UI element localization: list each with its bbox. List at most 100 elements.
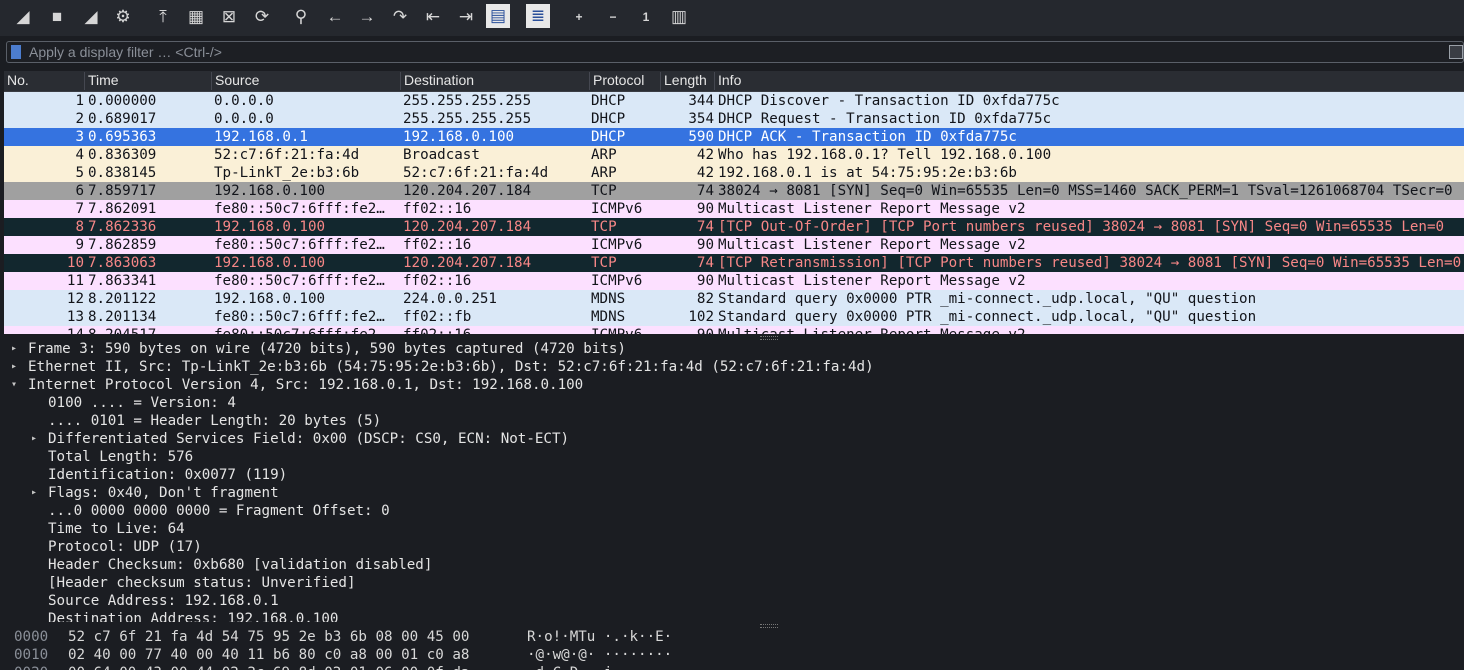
packet-time-cell: 7.863341 bbox=[88, 273, 157, 289]
packet-no-cell: 14 bbox=[4, 326, 84, 334]
packet-row[interactable]: 13 8.201134 fe80::50c7:6fff:fe2… ff02::fb MD… bbox=[4, 308, 1464, 326]
detail-tree-item[interactable]: [Header checksum status: Unverified] bbox=[4, 574, 1464, 592]
detail-tree-item[interactable]: Total Length: 576 bbox=[4, 448, 1464, 466]
detail-tree-item[interactable]: ▾ Internet Protocol Version 4, Src: 192.1… bbox=[4, 376, 1464, 394]
packet-protocol-cell: MDNS bbox=[591, 291, 626, 307]
column-header-length[interactable]: Length bbox=[660, 72, 714, 90]
restart-fin-icon[interactable]: ◢ bbox=[78, 4, 104, 30]
reload-file-icon[interactable]: ⟳ bbox=[249, 4, 275, 30]
search-icon[interactable]: ⚲ bbox=[288, 4, 314, 30]
packet-row[interactable]: 2 0.689017 0.0.0.0 255.255.255.255 DHCP 354 DH… bbox=[4, 110, 1464, 128]
bytes-ascii[interactable]: R·o!·MTu ·.·k··E· bbox=[527, 628, 672, 646]
detail-tree-item[interactable]: ▸ Flags: 0x40, Don't fragment bbox=[4, 484, 1464, 502]
detail-tree-item[interactable]: Header Checksum: 0xb680 [validation disa… bbox=[4, 556, 1464, 574]
packet-protocol-cell: DHCP bbox=[591, 129, 626, 145]
detail-tree-item[interactable]: ...0 0000 0000 0000 = Fragment Offset: 0 bbox=[4, 502, 1464, 520]
column-header-time[interactable]: Time bbox=[84, 72, 211, 90]
stop-square-icon[interactable]: ■ bbox=[44, 4, 70, 30]
packet-length-cell: 74 bbox=[696, 219, 714, 235]
packet-row[interactable]: 14 8.204517fe80::50c7:6fff:fe2… ff02::16IC… bbox=[4, 326, 1464, 334]
packet-protocol-cell: DHCP bbox=[591, 93, 626, 109]
packet-no-cell: 9 bbox=[75, 237, 84, 253]
detail-tree-item[interactable]: .... 0101 = Header Length: 20 bytes (5) bbox=[4, 412, 1464, 430]
go-back-icon[interactable]: ← bbox=[322, 4, 348, 30]
column-header-source[interactable]: Source bbox=[211, 72, 400, 90]
gear-options-icon[interactable]: ⚙ bbox=[110, 4, 136, 30]
packet-info-cell: Multicast Listener Report Message v2 bbox=[718, 201, 1026, 217]
save-file-icon[interactable]: ▦ bbox=[183, 4, 209, 30]
packet-time-cell: 8.201134 bbox=[88, 309, 157, 325]
detail-tree-item[interactable]: Protocol: UDP (17) bbox=[4, 538, 1464, 556]
detail-tree-item[interactable]: Source Address: 192.168.0.1 bbox=[4, 592, 1464, 610]
column-header-info[interactable]: Info bbox=[714, 72, 1464, 90]
packet-length-cell: 590 bbox=[688, 129, 714, 145]
packet-row[interactable]: 8 7.862336 192.168.0.100 120.204.207.184 TCP… bbox=[4, 218, 1464, 236]
resize-columns-icon[interactable]: ▥ bbox=[666, 4, 692, 30]
packet-protocol-cell: TCP bbox=[591, 183, 617, 199]
packet-time-cell: 8.204517 bbox=[88, 326, 212, 334]
packet-row[interactable]: 12 8.201122 192.168.0.100 224.0.0.251 MDNS 82… bbox=[4, 290, 1464, 308]
column-header-protocol[interactable]: Protocol bbox=[589, 72, 660, 90]
first-packet-icon[interactable]: ⇤ bbox=[420, 4, 446, 30]
packet-row[interactable]: 4 0.836309 52:c7:6f:21:fa:4d Broadcast ARP 42… bbox=[4, 146, 1464, 164]
detail-text: Time to Live: 64 bbox=[48, 521, 185, 537]
packet-row[interactable]: 1 0.000000 0.0.0.0 255.255.255.255 DHCP 344 DH… bbox=[4, 92, 1464, 110]
detail-tree-item[interactable]: ▸ Differentiated Services Field: 0x00 (DS… bbox=[4, 430, 1464, 448]
autoscroll-icon[interactable]: ▤ bbox=[486, 4, 510, 28]
last-packet-icon[interactable]: ⇥ bbox=[453, 4, 479, 30]
go-forward-icon[interactable]: → bbox=[354, 4, 380, 30]
packet-row[interactable]: 9 7.862859 fe80::50c7:6fff:fe2… ff02::16 ICM… bbox=[4, 236, 1464, 254]
collapsed-arrow-icon[interactable]: ▸ bbox=[28, 484, 40, 502]
packet-row[interactable]: 11 7.863341 fe80::50c7:6fff:fe2… ff02::16 IC… bbox=[4, 272, 1464, 290]
collapsed-arrow-icon[interactable]: ▸ bbox=[8, 340, 20, 358]
open-file-icon[interactable]: ⤒ bbox=[150, 4, 176, 30]
shark-fin-start-icon[interactable]: ◢ bbox=[10, 4, 36, 30]
bytes-ascii[interactable]: ·d·C·D·, i······· bbox=[527, 664, 672, 670]
packet-protocol-cell: TCP bbox=[591, 219, 617, 235]
main-toolbar: ◢ ■ ◢ ⚙ ⤒ ▦ ⊠ ⟳ ⚲ ← → ↷ ⇤ ⇥ ▤ ≣ + −1 ▥ bbox=[0, 0, 1464, 36]
column-header-no[interactable]: No. bbox=[4, 72, 84, 90]
detail-text: Internet Protocol Version 4, Src: 192.16… bbox=[28, 377, 584, 393]
filter-bookmark-icon[interactable] bbox=[11, 45, 21, 59]
packet-source-cell: 0.0.0.0 bbox=[214, 111, 274, 127]
packet-source-cell: 192.168.0.100 bbox=[214, 183, 326, 199]
packet-row[interactable]: 10 7.863063 192.168.0.100 120.204.207.184 TC… bbox=[4, 254, 1464, 272]
expanded-arrow-icon[interactable]: ▾ bbox=[8, 376, 20, 394]
go-to-packet-icon[interactable]: ↷ bbox=[387, 4, 413, 30]
packet-time-cell: 0.689017 bbox=[88, 111, 157, 127]
packet-no-cell: 10 bbox=[66, 255, 84, 271]
display-filter-input[interactable] bbox=[29, 43, 1429, 61]
column-header-destination[interactable]: Destination bbox=[400, 72, 589, 90]
packet-destination-cell: 120.204.207.184 bbox=[403, 183, 532, 199]
packet-source-cell: Tp-LinkT_2e:b3:6b bbox=[214, 165, 360, 181]
collapsed-arrow-icon[interactable]: ▸ bbox=[8, 358, 20, 376]
packet-source-cell: 192.168.0.100 bbox=[214, 255, 326, 271]
filter-apply-icon[interactable] bbox=[1449, 45, 1463, 59]
colorize-icon[interactable]: ≣ bbox=[526, 4, 550, 28]
detail-tree-item[interactable]: 0100 .... = Version: 4 bbox=[4, 394, 1464, 412]
bytes-hex[interactable]: 52 c7 6f 21 fa 4d 54 75 95 2e b3 6b 08 0… bbox=[68, 628, 469, 646]
close-file-icon[interactable]: ⊠ bbox=[216, 4, 242, 30]
bytes-hex[interactable]: 02 40 00 77 40 00 40 11 b6 80 c0 a8 00 0… bbox=[68, 646, 469, 664]
packet-destination-cell: ff02::fb bbox=[403, 309, 472, 325]
packet-source-cell: fe80::50c7:6fff:fe2… bbox=[214, 273, 385, 289]
packet-row[interactable]: 5 0.838145 Tp-LinkT_2e:b3:6b 52:c7:6f:21:fa… bbox=[4, 164, 1464, 182]
packet-row[interactable]: 6 7.859717 192.168.0.100 120.204.207.184 TCP… bbox=[4, 182, 1464, 200]
detail-tree-item[interactable]: Identification: 0x0077 (119) bbox=[4, 466, 1464, 484]
packet-row[interactable]: 7 7.862091 fe80::50c7:6fff:fe2… ff02::16 ICM… bbox=[4, 200, 1464, 218]
detail-tree-item[interactable]: ▸ Ethernet II, Src: Tp-LinkT_2e:b3:6b (54… bbox=[4, 358, 1464, 376]
collapsed-arrow-icon[interactable]: ▸ bbox=[28, 430, 40, 448]
packet-info-cell: Standard query 0x0000 PTR _mi-connect._u… bbox=[718, 309, 1257, 325]
packet-row[interactable]: 3 0.695363 192.168.0.1 192.168.0.100 DHCP 590… bbox=[4, 128, 1464, 146]
packet-no-cell: 4 bbox=[75, 147, 84, 163]
detail-tree-item[interactable]: Time to Live: 64 bbox=[4, 520, 1464, 538]
detail-tree-item[interactable]: ▸ Frame 3: 590 bytes on wire (4720 bits),… bbox=[4, 340, 1464, 358]
packet-source-cell: fe80::50c7:6fff:fe2… bbox=[214, 326, 399, 334]
zoom-in-icon[interactable]: + bbox=[566, 4, 592, 30]
bytes-ascii[interactable]: ·@·w@·@· ········ bbox=[527, 646, 672, 664]
packet-time-cell: 0.836309 bbox=[88, 147, 157, 163]
bytes-hex[interactable]: 00 64 00 43 00 44 02 2c 69 8d 02 01 06 0… bbox=[68, 664, 469, 670]
zoom-out-icon[interactable]: − bbox=[600, 4, 626, 30]
normal-size-icon[interactable]: 1 bbox=[633, 4, 659, 30]
packet-list-body: 1 0.000000 0.0.0.0 255.255.255.255 DHCP 344 DH… bbox=[4, 92, 1464, 334]
